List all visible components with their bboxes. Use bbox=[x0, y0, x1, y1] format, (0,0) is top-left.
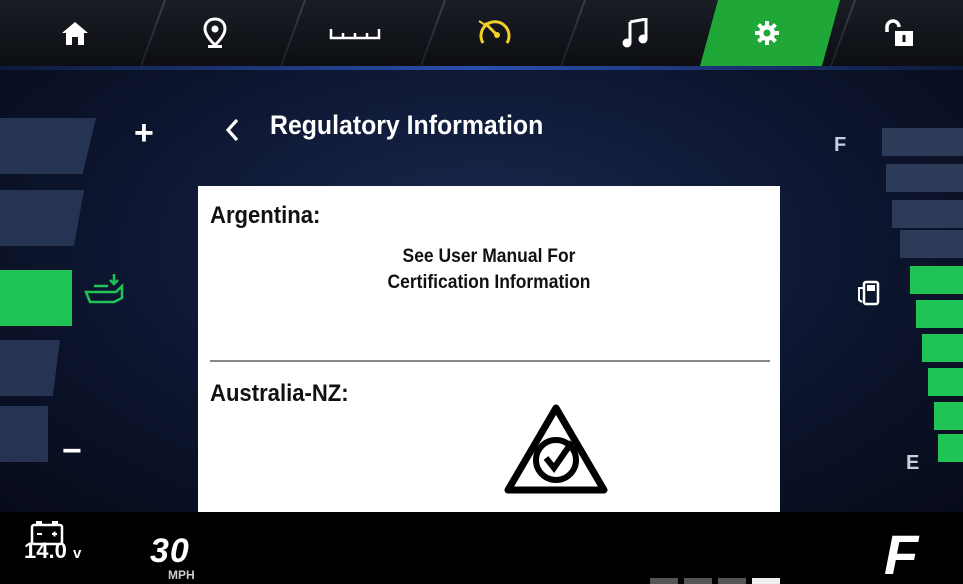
country-heading-australia-nz: Australia-NZ: bbox=[210, 380, 349, 407]
ruler-icon bbox=[329, 29, 381, 40]
trim-up-button[interactable]: + bbox=[134, 114, 154, 153]
status-bar: 14.0 v 30 MPH F bbox=[0, 512, 963, 584]
boat-trim-icon bbox=[84, 274, 124, 304]
fuel-gauge-segment bbox=[886, 164, 963, 192]
back-button[interactable] bbox=[212, 108, 252, 152]
page-title: Regulatory Information bbox=[270, 110, 544, 140]
fuel-gauge-segment-filled bbox=[916, 300, 963, 328]
tab-ruler[interactable] bbox=[300, 0, 410, 66]
fuel-gauge-segment-filled bbox=[922, 334, 963, 362]
fuel-gauge-segment-filled bbox=[938, 434, 963, 462]
tab-home[interactable] bbox=[20, 0, 130, 66]
battery-voltage-value: 14.0 bbox=[24, 538, 67, 563]
certification-message-line: See User Manual For bbox=[402, 246, 576, 267]
fuel-gauge-segment-filled bbox=[934, 402, 963, 430]
speed-value: 30 bbox=[150, 532, 190, 570]
fuel-gauge-segment bbox=[900, 230, 963, 258]
gear-indicator: F bbox=[884, 523, 919, 584]
speed-unit: MPH bbox=[168, 568, 195, 582]
battery-voltage: 14.0 v bbox=[24, 538, 81, 564]
chevron-left-icon bbox=[225, 118, 239, 142]
gear-icon bbox=[755, 21, 779, 45]
tab-settings[interactable] bbox=[712, 0, 822, 66]
fuel-empty-label: E bbox=[906, 452, 920, 474]
trim-gauge-segment bbox=[0, 340, 60, 396]
page-indicator-dot bbox=[650, 578, 678, 584]
fuel-gauge-segment-filled bbox=[928, 368, 963, 396]
location-pin-icon bbox=[203, 17, 227, 48]
tab-lock[interactable] bbox=[850, 0, 950, 66]
page-indicator-dot-active bbox=[752, 578, 780, 584]
music-note-icon bbox=[622, 18, 648, 48]
country-heading-argentina: Argentina: bbox=[210, 202, 321, 229]
page-indicator-dot bbox=[718, 578, 746, 584]
unlock-icon bbox=[885, 19, 913, 46]
trim-gauge-segment-active bbox=[0, 270, 72, 326]
trim-down-button[interactable]: − bbox=[62, 432, 82, 471]
page-indicator-dot bbox=[684, 578, 712, 584]
top-navigation-bar bbox=[0, 0, 963, 70]
fuel-gauge-segment-filled bbox=[910, 266, 963, 294]
tab-speedometer[interactable] bbox=[440, 0, 550, 66]
home-icon bbox=[62, 22, 88, 45]
fuel-pump-icon bbox=[858, 280, 880, 306]
certification-message-line: Certification Information bbox=[387, 271, 591, 293]
section-divider bbox=[210, 360, 770, 362]
trim-gauge-segment bbox=[0, 190, 84, 246]
trim-gauge-segment bbox=[0, 118, 96, 174]
speedometer-icon bbox=[478, 20, 511, 44]
fuel-full-label: F bbox=[834, 134, 847, 156]
fuel-gauge-segment bbox=[882, 128, 963, 156]
certification-message: See User Manual For Certification Inform… bbox=[221, 244, 756, 295]
tab-location[interactable] bbox=[160, 0, 270, 66]
rcm-compliance-mark-icon bbox=[504, 404, 608, 494]
battery-voltage-unit: v bbox=[72, 545, 82, 562]
tab-music[interactable] bbox=[580, 0, 690, 66]
regulatory-info-panel[interactable]: Argentina: See User Manual For Certifica… bbox=[198, 186, 780, 512]
fuel-gauge-segment bbox=[892, 200, 963, 228]
trim-gauge-segment bbox=[0, 406, 48, 462]
